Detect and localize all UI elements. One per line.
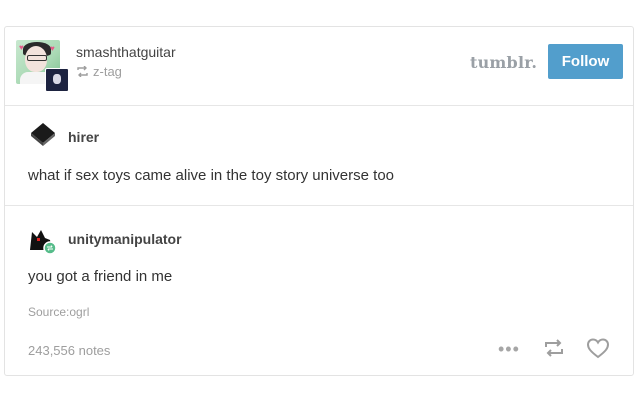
more-icon[interactable]: •••	[498, 340, 520, 358]
post-text: you got a friend in me	[28, 268, 173, 285]
post-card: ♥ ♥ smashthatguitar z-tag tumblr. Follow	[4, 26, 634, 376]
source-label: Source:	[28, 305, 70, 319]
post-text: what if sex toys came alive in the toy s…	[28, 167, 394, 184]
notes-count[interactable]: 243,556 notes	[28, 343, 110, 358]
post-author[interactable]: unitymanipulator	[68, 231, 182, 247]
reblog-icon	[76, 66, 89, 77]
book-avatar-icon[interactable]	[27, 121, 57, 152]
post-header: ♥ ♥ smashthatguitar z-tag tumblr. Follow	[5, 27, 633, 106]
heart-icon[interactable]	[586, 338, 610, 364]
reblog-source-name[interactable]: z-tag	[93, 64, 122, 79]
cat-avatar-icon[interactable]	[28, 228, 58, 259]
source-link[interactable]: ogrl	[69, 305, 89, 319]
username-link[interactable]: smashthatguitar	[76, 44, 176, 60]
post-author[interactable]: hirer	[68, 129, 99, 145]
tumblr-logo[interactable]: tumblr.	[470, 53, 537, 72]
reblog-entry-1: hirer what if sex toys came alive in the…	[5, 105, 633, 206]
heart-decoration-icon: ♥	[50, 44, 55, 53]
reblog-source: z-tag	[76, 64, 122, 79]
reblog-source-avatar[interactable]	[45, 68, 69, 92]
follow-button[interactable]: Follow	[548, 44, 623, 79]
source-line: Source:ogrl	[28, 305, 89, 319]
reblog-icon[interactable]	[543, 339, 565, 362]
heart-decoration-icon: ♥	[19, 43, 24, 52]
reblog-entry-2: unitymanipulator you got a friend in me …	[5, 206, 633, 376]
